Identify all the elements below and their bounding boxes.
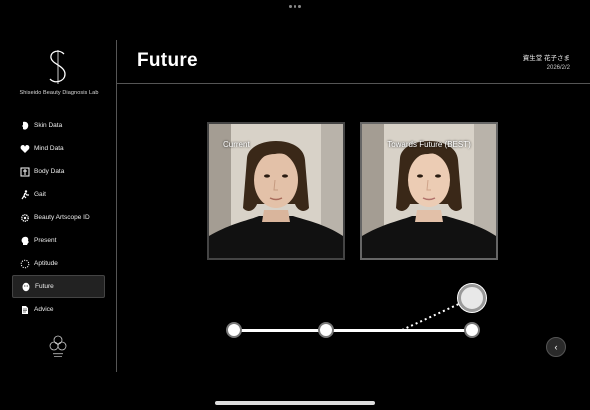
sidebar-nav: Skin Data Mind Data Body Data Gait Beaut… — [12, 114, 105, 321]
sidebar-item-label: Mind Data — [34, 145, 64, 152]
slider-handle[interactable] — [458, 284, 486, 312]
sidebar-divider — [116, 40, 117, 372]
gear-icon — [20, 213, 30, 223]
sidebar-item-present[interactable]: Present — [12, 229, 105, 252]
session-date: 2026/2/2 — [546, 65, 570, 71]
sidebar-item-label: Skin Data — [34, 122, 63, 129]
sidebar-item-advice[interactable]: Advice — [12, 298, 105, 321]
sidebar-item-label: Present — [34, 237, 57, 244]
head-profile-icon — [20, 236, 30, 246]
multitasking-dots[interactable] — [289, 5, 302, 9]
future-photo-label: Towards Future (BEST) — [387, 140, 471, 149]
sidebar-item-label: Beauty Artscope ID — [34, 214, 90, 221]
slider-stop-1[interactable] — [226, 322, 242, 338]
sidebar-item-label: Aptitude — [34, 260, 58, 267]
brand-name: Shiseido Beauty Diagnosis Lab — [19, 90, 99, 96]
sidebar-item-skin-data[interactable]: Skin Data — [12, 114, 105, 137]
slider-connector — [401, 297, 473, 331]
sidebar-item-label: Body Data — [34, 168, 65, 175]
heart-icon — [20, 144, 30, 154]
face-mask-icon — [21, 282, 31, 292]
dotted-circle-icon — [20, 259, 30, 269]
walking-icon — [20, 189, 30, 200]
slider-stop-2[interactable] — [318, 322, 334, 338]
sidebar-item-label: Advice — [34, 306, 54, 313]
sidebar-item-future[interactable]: Future — [12, 275, 105, 298]
sidebar-item-beauty-artscope-id[interactable]: Beauty Artscope ID — [12, 206, 105, 229]
user-name: 資生堂 花子さま — [522, 55, 570, 62]
shiseido-logo-icon — [49, 50, 66, 84]
home-indicator[interactable] — [215, 401, 375, 405]
current-photo-label: Current — [223, 140, 250, 149]
sidebar-item-label: Gait — [34, 191, 46, 198]
face-icon — [20, 121, 30, 131]
document-icon — [20, 305, 30, 315]
back-button[interactable]: ‹ — [546, 337, 566, 357]
current-face-photo[interactable]: Current — [207, 122, 345, 260]
sidebar-item-mind-data[interactable]: Mind Data — [12, 137, 105, 160]
future-slider[interactable] — [220, 280, 500, 350]
beauty-artscope-logo-icon — [49, 335, 67, 357]
sidebar-item-body-data[interactable]: Body Data — [12, 160, 105, 183]
page-title: Future — [137, 50, 198, 71]
sidebar-item-label: Future — [35, 283, 54, 290]
slider-stop-3[interactable] — [464, 322, 480, 338]
chevron-left-icon: ‹ — [554, 342, 558, 352]
future-face-photo[interactable]: Towards Future (BEST) — [360, 122, 498, 260]
sidebar-item-aptitude[interactable]: Aptitude — [12, 252, 105, 275]
sidebar-item-gait[interactable]: Gait — [12, 183, 105, 206]
sidebar: Shiseido Beauty Diagnosis Lab Skin Data … — [0, 0, 116, 410]
header-divider — [117, 83, 590, 84]
body-icon — [20, 167, 30, 177]
